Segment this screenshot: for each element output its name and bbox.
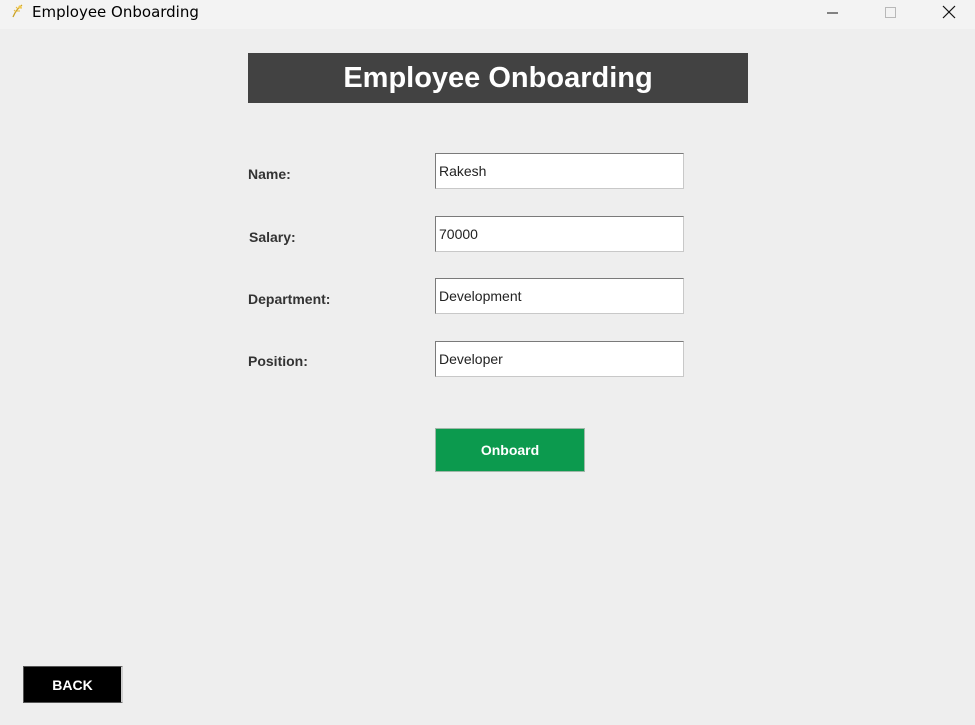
window-title: Employee Onboarding bbox=[32, 3, 199, 21]
department-field[interactable] bbox=[435, 278, 684, 314]
back-button[interactable]: BACK bbox=[23, 666, 123, 703]
position-field[interactable] bbox=[435, 341, 684, 377]
close-icon bbox=[942, 5, 956, 24]
close-button[interactable] bbox=[926, 0, 972, 29]
onboard-button-label: Onboard bbox=[480, 442, 540, 458]
minimize-icon bbox=[827, 6, 839, 24]
header-banner: Employee Onboarding bbox=[248, 53, 748, 103]
department-label: Department: bbox=[248, 291, 331, 307]
salary-label: Salary: bbox=[249, 229, 296, 245]
back-button-label: BACK bbox=[52, 676, 93, 693]
position-label: Position: bbox=[248, 353, 308, 369]
maximize-button[interactable] bbox=[868, 0, 914, 29]
page-title: Employee Onboarding bbox=[343, 61, 653, 94]
name-field[interactable] bbox=[435, 153, 684, 189]
salary-field[interactable] bbox=[435, 216, 684, 252]
maximize-icon bbox=[885, 6, 897, 24]
feather-icon bbox=[10, 3, 24, 19]
window-titlebar: Employee Onboarding bbox=[0, 0, 975, 29]
onboard-button[interactable]: Onboard bbox=[435, 428, 585, 472]
name-label: Name: bbox=[248, 166, 291, 182]
minimize-button[interactable] bbox=[810, 0, 856, 29]
